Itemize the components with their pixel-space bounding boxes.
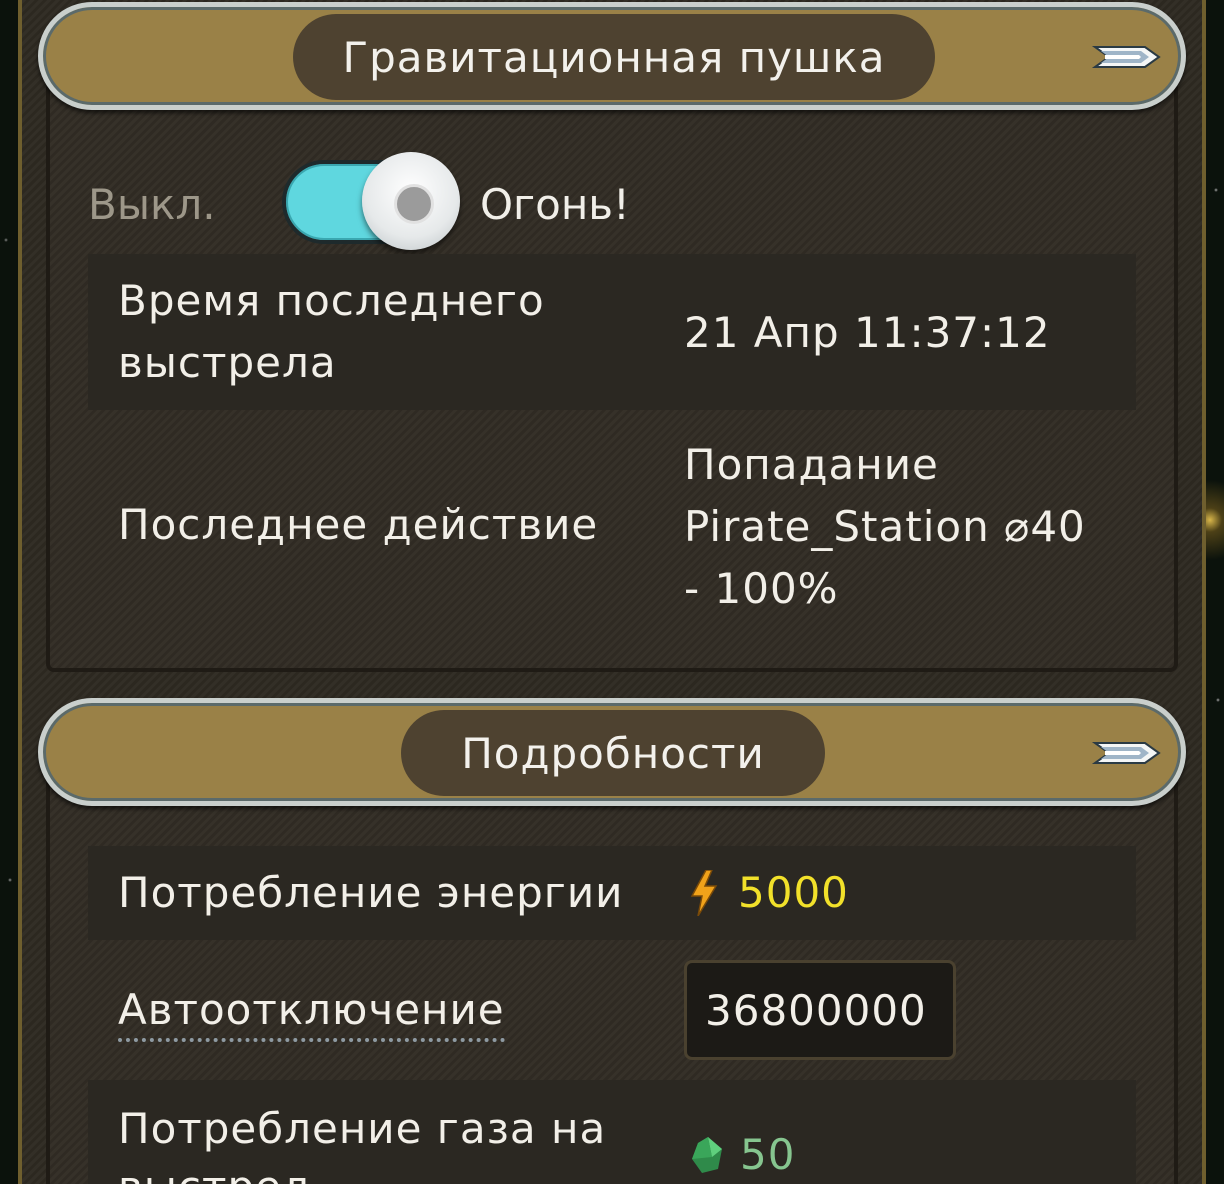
- collapse-icon[interactable]: [1091, 733, 1163, 773]
- fire-toggle-knob[interactable]: [362, 152, 460, 250]
- gas-value-group: 50: [690, 1130, 795, 1179]
- weapon-header[interactable]: Гравитационная пушка: [38, 2, 1186, 110]
- auto-off-input[interactable]: [684, 960, 956, 1060]
- last-shot-label: Время последнего выстрела: [118, 276, 545, 387]
- info-row-last-action: Последнее действие Попадание Pirate_Stat…: [88, 410, 1136, 638]
- lightning-icon: [690, 869, 718, 916]
- fire-toggle-row: Выкл. Огонь!: [88, 150, 788, 260]
- info-row-gas: Потребление газа на выстрел 50: [88, 1080, 1136, 1184]
- energy-value-group: 5000: [690, 868, 849, 917]
- toggle-off-label: Выкл.: [88, 180, 216, 229]
- toggle-on-label: Огонь!: [480, 180, 630, 229]
- info-row-last-shot: Время последнего выстрела 21 Апр 11:37:1…: [88, 254, 1136, 410]
- energy-value: 5000: [738, 868, 849, 917]
- last-shot-value: 21 Апр 11:37:12: [684, 308, 1051, 357]
- details-title: Подробности: [401, 710, 825, 796]
- gas-crystal-icon: [692, 1136, 722, 1173]
- weapon-title: Гравитационная пушка: [293, 14, 935, 100]
- gas-value: 50: [740, 1130, 796, 1179]
- gas-label: Потребление газа на выстрел: [118, 1104, 607, 1184]
- last-action-value: Попадание Pirate_Station ⌀40 - 100%: [684, 440, 1086, 613]
- collapse-icon[interactable]: [1091, 37, 1163, 77]
- auto-off-label[interactable]: Автоотключение: [118, 982, 505, 1042]
- info-row-energy: Потребление энергии 5000: [88, 846, 1136, 940]
- last-action-label: Последнее действие: [118, 500, 599, 549]
- energy-label: Потребление энергии: [118, 868, 624, 917]
- details-header[interactable]: Подробности: [38, 698, 1186, 806]
- info-row-auto-off: Автоотключение: [88, 940, 1136, 1080]
